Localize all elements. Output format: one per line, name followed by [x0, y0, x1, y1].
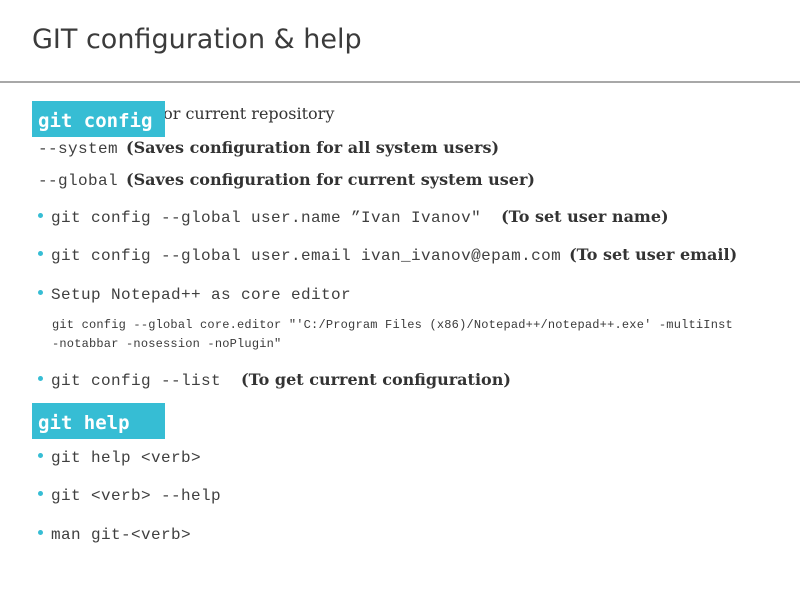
bullet-icon	[38, 452, 43, 458]
slide-title: GIT configuration & help	[32, 24, 362, 55]
title-divider	[0, 81, 800, 83]
bullet-verb-help-flag: git <verb> --help	[38, 485, 221, 505]
bullet-code: git config --global user.email ivan_ivan…	[51, 247, 562, 265]
option-flag: --global	[38, 172, 119, 190]
bullet-code: git config --list	[51, 372, 222, 390]
bullet-icon	[38, 289, 43, 295]
editor-command-line-1: git config --global core.editor "'C:/Pro…	[52, 318, 733, 332]
bullet-code: Setup Notepad++ as core editor	[51, 286, 352, 304]
git-config-badge: git config	[32, 101, 165, 137]
option-flag: --system	[38, 140, 119, 158]
bullet-icon	[38, 375, 43, 381]
bullet-icon	[38, 212, 43, 218]
git-help-badge: git help	[32, 403, 165, 439]
bullet-icon	[38, 250, 43, 256]
bullet-code: git help <verb>	[51, 449, 202, 467]
option-desc: (Saves configuration for current system …	[126, 170, 535, 189]
bullet-config-list: git config --list (To get current configu…	[38, 370, 511, 390]
bullet-code: git config --global user.name ”Ivan Ivan…	[51, 209, 482, 227]
bullet-desc: (To set user email)	[569, 245, 738, 264]
bullet-set-user-name: git config --global user.name ”Ivan Ivan…	[38, 207, 669, 227]
bullet-desc: (To get current configuration)	[241, 370, 511, 389]
bullet-help-verb: git help <verb>	[38, 447, 201, 467]
bullet-icon	[38, 490, 43, 496]
bullet-set-user-email: git config --global user.email ivan_ivan…	[38, 245, 737, 265]
bullet-icon	[38, 529, 43, 535]
bullet-code: man git-<verb>	[51, 526, 192, 544]
bullet-setup-editor: Setup Notepad++ as core editor	[38, 284, 351, 304]
option-system: --system (Saves configuration for all sys…	[38, 138, 499, 158]
bullet-man-git-verb: man git-<verb>	[38, 524, 191, 544]
editor-command-line-2: -notabbar -nosession -noPlugin"	[52, 337, 282, 351]
bullet-code: git <verb> --help	[51, 487, 222, 505]
option-desc: (Saves configuration for all system user…	[126, 138, 500, 157]
bullet-desc: (To set user name)	[501, 207, 669, 226]
option-global: --global (Saves configuration for current…	[38, 170, 535, 190]
